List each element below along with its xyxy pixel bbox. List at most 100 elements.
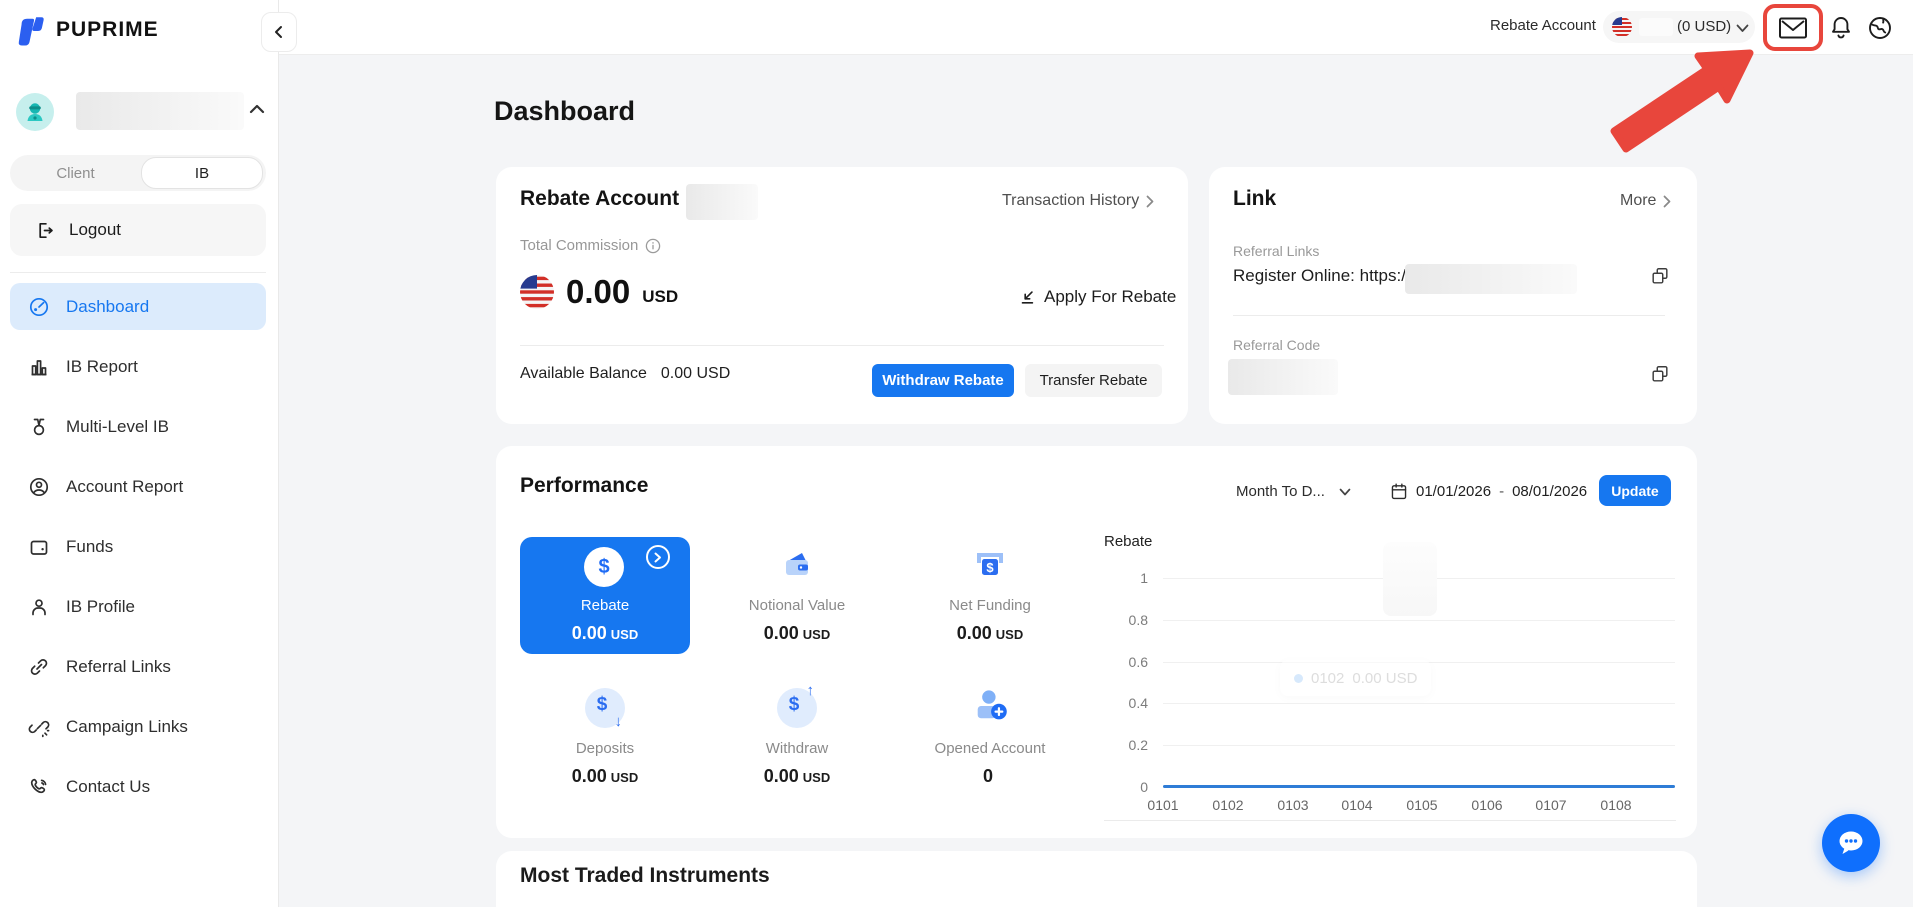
commission-currency: USD (642, 287, 679, 306)
transaction-history-link[interactable]: Transaction History (1002, 192, 1154, 210)
chat-button[interactable] (1822, 814, 1880, 872)
sidebar-item-label: Campaign Links (66, 716, 188, 736)
avatar[interactable] (16, 93, 54, 131)
globe-icon (1869, 17, 1891, 39)
us-flag-icon (520, 275, 554, 309)
redacted-account-number (1639, 18, 1673, 36)
update-button[interactable]: Update (1599, 475, 1671, 506)
chat-icon (1839, 831, 1863, 854)
notional-value-icon (786, 553, 808, 575)
sidebar-item-label: Dashboard (66, 296, 150, 316)
copy-icon (1652, 366, 1668, 382)
sidebar-item-contact-us[interactable]: Contact Us (10, 763, 266, 810)
sidebar-item-label: Referral Links (66, 656, 171, 676)
sidebar-item-label: Multi-Level IB (66, 416, 169, 436)
metric-tile-opened-account[interactable]: Opened Account 0 (905, 680, 1075, 797)
sidebar-item-ib-report[interactable]: IB Report (10, 343, 266, 390)
chart-gridline (1163, 703, 1675, 704)
metric-value: 0.00 USD (763, 766, 831, 786)
account-type-toggle: Client IB (10, 155, 266, 191)
toggle-ib[interactable]: IB (141, 157, 263, 189)
sidebar-item-dashboard[interactable]: Dashboard (10, 283, 266, 330)
copy-referral-link-button[interactable] (1647, 263, 1673, 289)
annotation-arrow (1610, 49, 1754, 153)
mail-icon (1779, 17, 1807, 39)
wallet-icon (30, 540, 48, 555)
sidebar-item-label: IB Report (66, 356, 138, 376)
account-selector[interactable]: (0 USD) (1603, 11, 1755, 43)
mail-button[interactable] (1770, 12, 1816, 44)
person-icon (32, 598, 46, 615)
redacted-referral-link (1405, 264, 1577, 294)
brand-name: PUPRIME (56, 18, 159, 41)
most-traded-card: Most Traded Instruments (496, 851, 1697, 907)
language-button[interactable] (1866, 14, 1894, 42)
copy-icon (1652, 268, 1668, 284)
sidebar: PUPRIME Client IB Logout Dashboard IB Re… (0, 0, 297, 907)
rebate-card-title: Rebate Account (520, 187, 680, 210)
redacted-referral-code (1228, 359, 1338, 395)
sidebar-item-label: Funds (66, 536, 114, 556)
toggle-client[interactable]: Client (10, 165, 141, 182)
sidebar-item-referral-links[interactable]: Referral Links (10, 643, 266, 690)
total-commission-row: Total Commission (520, 237, 661, 254)
net-funding-icon: $ (977, 553, 1003, 575)
metric-tile-withdraw[interactable]: $ ↑ Withdraw 0.00 USD (712, 680, 882, 797)
y-tick: 0.4 (1128, 695, 1148, 711)
sidebar-item-funds[interactable]: Funds (10, 523, 266, 570)
transaction-history-label: Transaction History (1002, 192, 1140, 209)
copy-referral-code-button[interactable] (1647, 361, 1673, 387)
chevron-right-icon (654, 552, 661, 562)
metric-tile-deposits[interactable]: $ ↓ Deposits 0.00 USD (520, 680, 690, 797)
user-menu-collapse[interactable] (248, 102, 266, 121)
sidebar-item-multi-level-ib[interactable]: Multi-Level IB (10, 403, 266, 450)
rebate-account-card: Rebate Account Transaction History Total… (496, 167, 1188, 424)
transfer-rebate-button[interactable]: Transfer Rebate (1025, 364, 1162, 397)
tooltip-label: 0102 (1311, 669, 1345, 687)
sidebar-collapse-button[interactable] (261, 12, 297, 52)
metric-tile-net-funding[interactable]: $ Net Funding 0.00 USD (905, 537, 1075, 654)
metric-tile-rebate[interactable]: $ Rebate 0.00 USD (520, 537, 690, 654)
withdraw-rebate-button[interactable]: Withdraw Rebate (872, 364, 1014, 397)
chart-bottom-divider (1104, 820, 1676, 821)
date-from: 01/01/2026 (1416, 483, 1492, 500)
header-account-label: Rebate Account (1490, 17, 1596, 34)
info-icon[interactable] (645, 238, 661, 254)
most-traded-title: Most Traded Instruments (520, 864, 770, 887)
deposits-icon: $ ↓ (585, 688, 625, 730)
x-tick: 0101 (1147, 797, 1179, 813)
metric-value: 0.00 USD (571, 766, 639, 786)
logout-button[interactable]: Logout (10, 204, 266, 256)
period-selector[interactable]: Month To D... (1236, 483, 1351, 500)
sidebar-item-account-report[interactable]: Account Report (10, 463, 266, 510)
tooltip-marker-icon (1294, 673, 1303, 683)
x-tick: 0108 (1600, 797, 1632, 813)
y-tick: 1 (1140, 570, 1148, 586)
metric-value: 0.00 USD (956, 623, 1024, 643)
date-range-picker[interactable]: 01/01/2026 - 08/01/2026 (1390, 482, 1587, 501)
apply-for-rebate-link[interactable]: Apply For Rebate (1018, 287, 1176, 307)
chevron-right-icon (1664, 195, 1671, 207)
commission-amount-row: 0.00 USD (520, 273, 678, 311)
sidebar-item-campaign-links[interactable]: Campaign Links (10, 703, 266, 750)
sidebar-menu: Dashboard IB Report Multi-Level IB Accou… (10, 283, 266, 823)
tile-arrow-button[interactable] (646, 545, 670, 569)
available-balance-value: 0.00 USD (660, 365, 731, 382)
x-tick: 0105 (1406, 797, 1438, 813)
metric-tile-notional-value[interactable]: Notional Value 0.00 USD (712, 537, 882, 654)
chart-tooltip: 0102 0.00 USD (1280, 660, 1432, 696)
notifications-button[interactable] (1827, 14, 1855, 42)
metric-value: 0 (982, 766, 993, 786)
chart-gridline (1163, 745, 1675, 746)
link-more-link[interactable]: More (1620, 192, 1671, 210)
chart-line-series[interactable] (1163, 785, 1675, 788)
period-selector-value: Month To D... (1236, 483, 1325, 500)
performance-title: Performance (520, 474, 649, 497)
referral-links-label: Referral Links (1233, 243, 1320, 259)
chevron-down-icon (1339, 488, 1351, 495)
y-tick: 0 (1140, 779, 1148, 795)
commission-amount: 0.00 (566, 273, 631, 310)
sidebar-item-ib-profile[interactable]: IB Profile (10, 583, 266, 630)
total-commission-label: Total Commission (520, 237, 639, 254)
x-tick: 0106 (1471, 797, 1503, 813)
